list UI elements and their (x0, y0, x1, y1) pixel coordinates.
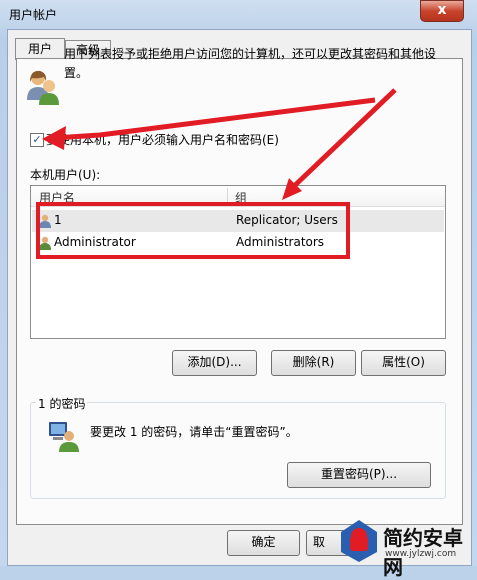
user-accounts-window: 用户帐户 x 用户 高级 用下列表授予或拒绝用户访问您的计算机，还可以更改其密码… (0, 0, 477, 579)
watermark: 简约安卓网 www.jylzwj.com (335, 516, 477, 579)
annotation-arrow-checkbox (53, 97, 376, 141)
android-logo-icon (341, 520, 377, 562)
arrowhead-icon (42, 126, 66, 150)
annotation-arrows (42, 88, 397, 200)
watermark-url: www.jylzwj.com (385, 549, 457, 559)
